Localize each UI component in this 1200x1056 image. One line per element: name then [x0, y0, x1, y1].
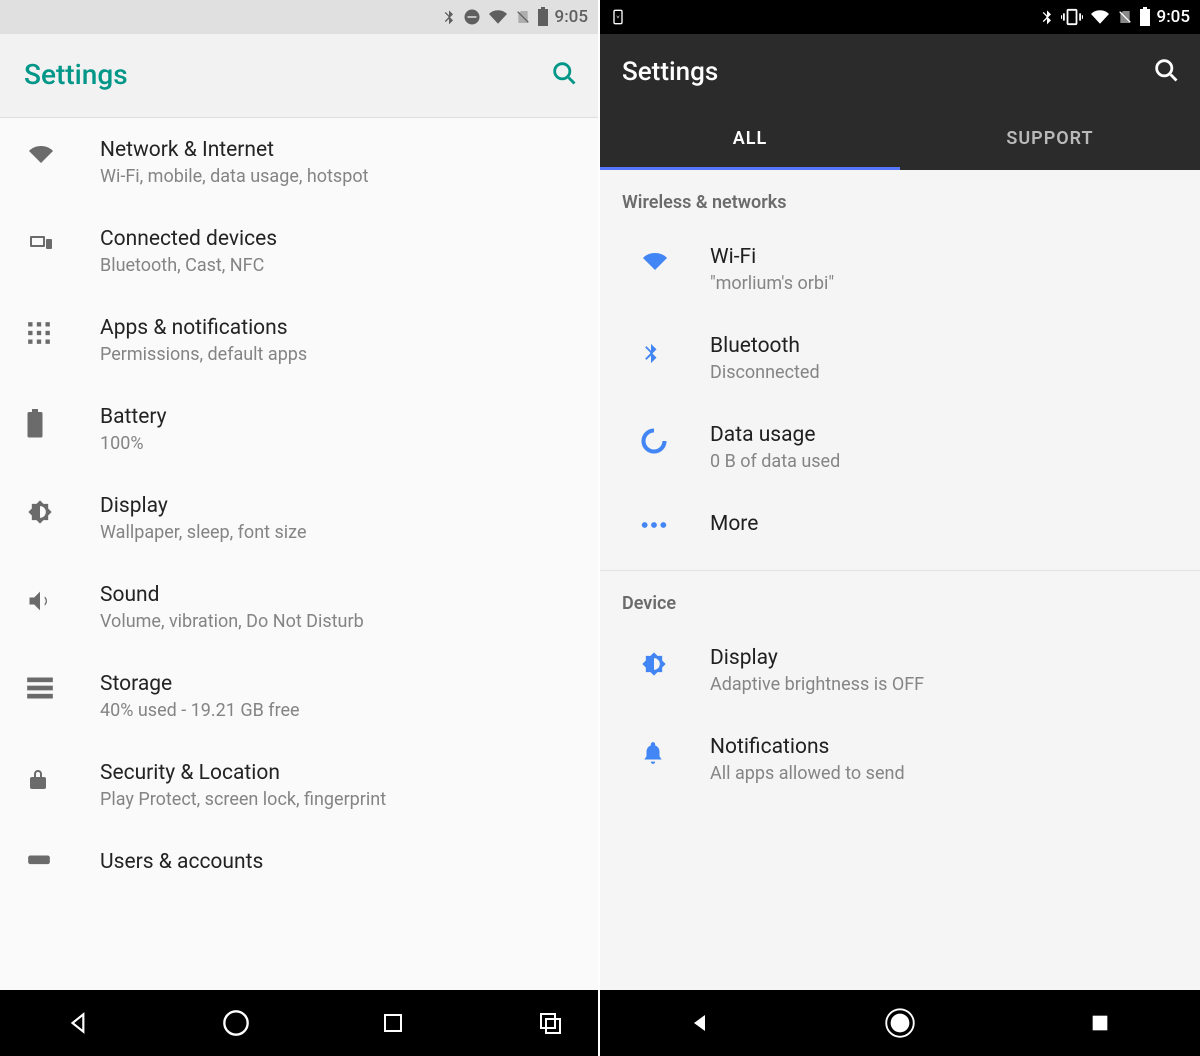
tabs: ALL SUPPORT — [600, 110, 1200, 170]
storage-icon — [26, 676, 54, 704]
row-title: Data usage — [710, 423, 1180, 447]
status-bar-left: 9:05 — [0, 0, 598, 34]
row-sub: Bluetooth, Cast, NFC — [100, 255, 578, 276]
row-battery[interactable]: Battery 100% — [0, 385, 598, 474]
vibrate-icon — [1061, 8, 1083, 26]
data-usage-icon — [640, 427, 668, 459]
row-sub: Play Protect, screen lock, fingerprint — [100, 789, 578, 810]
row-sub: Disconnected — [710, 362, 1180, 383]
row-sub: Wallpaper, sleep, font size — [100, 522, 578, 543]
row-sub: 40% used - 19.21 GB free — [100, 700, 578, 721]
row-title: Connected devices — [100, 227, 578, 251]
nav-overview[interactable] — [533, 1006, 567, 1040]
section-device: Device — [600, 571, 1200, 626]
row-sub: Permissions, default apps — [100, 344, 578, 365]
row-connected-devices[interactable]: Connected devices Bluetooth, Cast, NFC — [0, 207, 598, 296]
settings-list-left: Network & Internet Wi-Fi, mobile, data u… — [0, 118, 598, 990]
nav-home[interactable] — [883, 1006, 917, 1040]
row-title: Sound — [100, 583, 578, 607]
wifi-icon — [26, 142, 56, 170]
nav-back[interactable] — [683, 1006, 717, 1040]
bluetooth-icon — [441, 7, 457, 27]
volume-icon — [26, 587, 54, 619]
row-display[interactable]: Display Adaptive brightness is OFF — [600, 626, 1200, 715]
row-title: Users & accounts — [100, 850, 578, 874]
tab-support[interactable]: SUPPORT — [900, 110, 1200, 170]
bell-icon — [640, 739, 666, 771]
row-title: More — [710, 512, 1180, 536]
app-bar-left: Settings — [0, 34, 598, 118]
row-title: Apps & notifications — [100, 316, 578, 340]
page-title: Settings — [622, 57, 718, 87]
row-security[interactable]: Security & Location Play Protect, screen… — [0, 741, 598, 830]
row-display[interactable]: Display Wallpaper, sleep, font size — [0, 474, 598, 563]
brightness-icon — [26, 498, 54, 530]
search-icon[interactable] — [1152, 56, 1180, 88]
nav-bar-left — [0, 990, 598, 1056]
row-wifi[interactable]: Wi-Fi "morlium's orbi" — [600, 225, 1200, 314]
row-title: Bluetooth — [710, 334, 1180, 358]
section-wireless: Wireless & networks — [600, 170, 1200, 225]
app-bar-right: Settings ALL SUPPORT — [600, 34, 1200, 170]
no-sim-icon — [515, 7, 531, 27]
status-time: 9:05 — [555, 7, 588, 27]
page-title: Settings — [24, 58, 128, 91]
row-title: Display — [100, 494, 578, 518]
battery-icon — [26, 409, 44, 443]
no-sim-icon — [1117, 7, 1133, 27]
row-sub: All apps allowed to send — [710, 763, 1180, 784]
row-title: Network & Internet — [100, 138, 578, 162]
bluetooth-icon — [1039, 7, 1055, 27]
row-users[interactable]: Users & accounts — [0, 830, 598, 898]
battery-icon — [1139, 7, 1151, 27]
row-title: Display — [710, 646, 1180, 670]
row-sub: "morlium's orbi" — [710, 273, 1180, 294]
status-time: 9:05 — [1157, 7, 1190, 27]
devices-icon — [26, 231, 56, 259]
row-title: Battery — [100, 405, 578, 429]
bluetooth-icon — [640, 338, 662, 372]
settings-list-right: Wireless & networks Wi-Fi "morlium's orb… — [600, 170, 1200, 990]
user-icon — [26, 854, 52, 873]
wifi-icon — [640, 249, 670, 277]
row-sound[interactable]: Sound Volume, vibration, Do Not Disturb — [0, 563, 598, 652]
wifi-icon — [1089, 8, 1111, 26]
row-network[interactable]: Network & Internet Wi-Fi, mobile, data u… — [0, 118, 598, 207]
wifi-icon — [487, 8, 509, 26]
row-sub: Volume, vibration, Do Not Disturb — [100, 611, 578, 632]
row-title: Notifications — [710, 735, 1180, 759]
phone-left: 9:05 Settings Network & Internet Wi-Fi, … — [0, 0, 600, 1056]
nav-recent[interactable] — [1083, 1006, 1117, 1040]
row-data-usage[interactable]: Data usage 0 B of data used — [600, 403, 1200, 492]
row-storage[interactable]: Storage 40% used - 19.21 GB free — [0, 652, 598, 741]
nav-back[interactable] — [62, 1006, 96, 1040]
row-title: Security & Location — [100, 761, 578, 785]
row-apps[interactable]: Apps & notifications Permissions, defaul… — [0, 296, 598, 385]
row-notifications[interactable]: Notifications All apps allowed to send — [600, 715, 1200, 804]
row-sub: 100% — [100, 433, 578, 454]
more-icon — [640, 516, 668, 535]
lock-icon — [26, 765, 50, 797]
nav-home[interactable] — [219, 1006, 253, 1040]
nav-recent[interactable] — [376, 1006, 410, 1040]
battery-icon — [537, 7, 549, 27]
row-sub: Wi-Fi, mobile, data usage, hotspot — [100, 166, 578, 187]
row-bluetooth[interactable]: Bluetooth Disconnected — [600, 314, 1200, 403]
brightness-icon — [640, 650, 668, 682]
row-title: Wi-Fi — [710, 245, 1180, 269]
status-bar-right: 9:05 — [600, 0, 1200, 34]
download-icon — [610, 7, 626, 27]
dnd-icon — [463, 8, 481, 26]
search-icon[interactable] — [550, 59, 578, 91]
row-more[interactable]: More — [600, 492, 1200, 560]
row-sub: 0 B of data used — [710, 451, 1180, 472]
phone-right: 9:05 Settings ALL SUPPORT Wireless & net… — [600, 0, 1200, 1056]
row-title: Storage — [100, 672, 578, 696]
tab-all[interactable]: ALL — [600, 110, 900, 170]
row-sub: Adaptive brightness is OFF — [710, 674, 1180, 695]
apps-icon — [26, 320, 52, 350]
nav-bar-right — [600, 990, 1200, 1056]
